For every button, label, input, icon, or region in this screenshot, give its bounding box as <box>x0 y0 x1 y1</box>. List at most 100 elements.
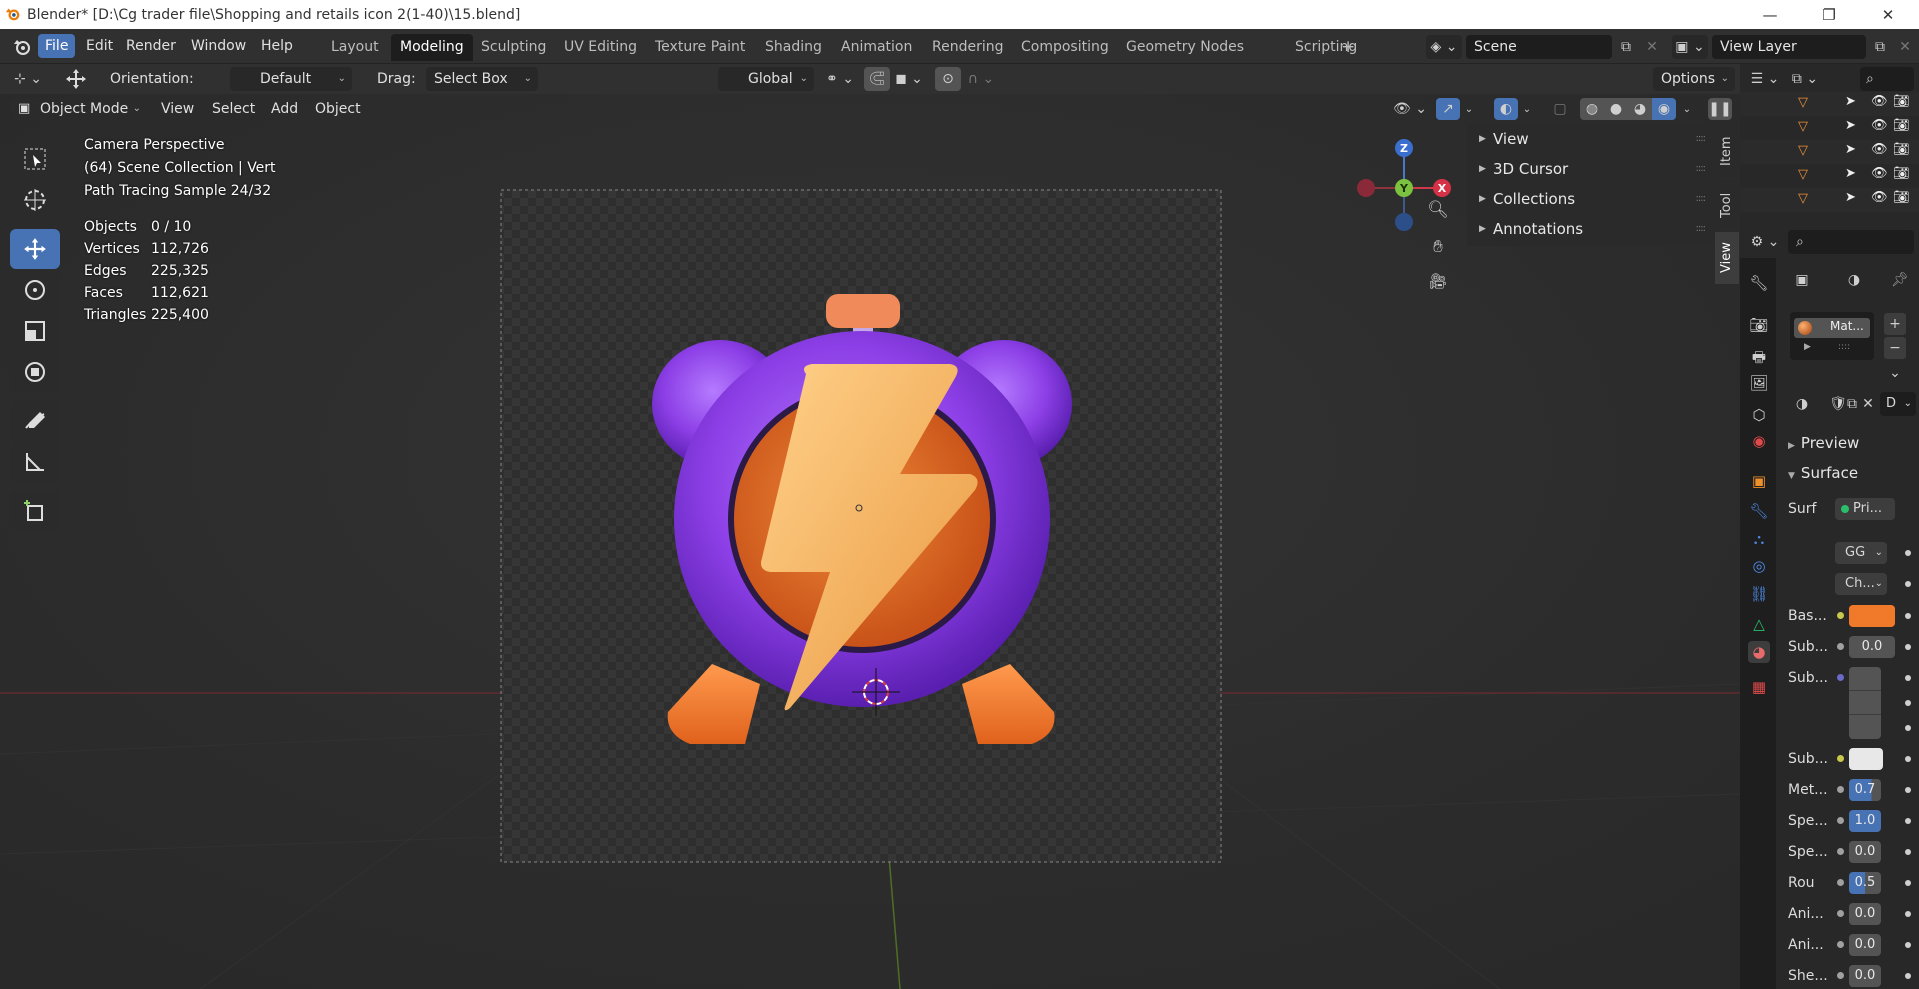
list-item[interactable]: ▽ ➤ 👁︎ 📷︎ <box>1740 92 1919 116</box>
add-cube-tool-icon[interactable] <box>10 491 60 531</box>
slot-specials-icon[interactable]: ⌄ <box>1884 362 1906 384</box>
keyframe-dot-icon[interactable] <box>1905 756 1911 762</box>
list-item[interactable]: ▽ ➤ 👁︎ 📷︎ <box>1740 140 1919 164</box>
render-camera-icon[interactable]: 📷︎ <box>1893 190 1910 205</box>
pan-hand-icon[interactable]: ✋︎ <box>1426 235 1450 259</box>
measure-tool-icon[interactable] <box>10 442 60 482</box>
metallic-value[interactable]: 0.7 <box>1849 779 1881 801</box>
output-properties-icon[interactable]: 🖶︎ <box>1748 348 1770 370</box>
keyframe-dot-icon[interactable] <box>1905 818 1911 824</box>
tab-sculpting[interactable]: Sculpting <box>472 34 555 61</box>
select-arrow-icon[interactable]: ➤ <box>1845 118 1856 133</box>
tab-rendering[interactable]: Rendering <box>923 34 1013 61</box>
add-slot-button[interactable]: + <box>1884 313 1906 335</box>
subsurface-color-swatch[interactable] <box>1849 748 1883 770</box>
rotate-tool-icon[interactable] <box>10 270 60 310</box>
tab-texture-paint[interactable]: Texture Paint <box>646 34 754 61</box>
keyframe-dot-icon[interactable] <box>1905 581 1911 587</box>
panel-collections[interactable]: ▶ Collections:::: <box>1467 184 1715 214</box>
list-item[interactable]: ▽ ➤ 👁︎ 📷︎ <box>1740 188 1919 212</box>
outliner-search-icon[interactable]: ⌕ <box>1860 67 1914 91</box>
remove-scene-icon[interactable]: ✕ <box>1640 35 1664 59</box>
tab-layout[interactable]: Layout <box>322 34 388 61</box>
options-dropdown[interactable]: Options ⌄ <box>1653 67 1735 91</box>
pause-render-icon[interactable]: ❚❚ <box>1708 98 1732 120</box>
gizmo-dropdown-icon[interactable]: ⌄ <box>1460 98 1478 120</box>
list-expand-icon[interactable]: ▶ <box>1804 342 1811 352</box>
rendered-shading-icon[interactable]: ◉ <box>1652 98 1676 120</box>
transform-orientation-dropdown[interactable]: Global ⌄ <box>718 67 814 91</box>
wireframe-shading-icon[interactable]: ◍ <box>1580 98 1604 120</box>
panel-3d-cursor[interactable]: ▶ 3D Cursor:::: <box>1467 154 1715 184</box>
editor-type-icon[interactable]: ☰ ⌄ <box>1748 67 1782 91</box>
new-view-layer-icon[interactable]: ⧉ <box>1868 35 1892 59</box>
properties-search-icon[interactable]: ⌕ <box>1788 230 1914 254</box>
list-item[interactable]: ▽ ➤ 👁︎ 📷︎ <box>1740 164 1919 188</box>
roughness-value[interactable]: 0.5 <box>1849 872 1881 894</box>
physics-properties-icon[interactable]: ◎ <box>1748 555 1770 577</box>
eye-icon[interactable]: 👁︎ <box>1871 142 1888 157</box>
unlink-material-icon[interactable]: ✕ <box>1856 392 1880 416</box>
view-layer-field[interactable]: View Layer <box>1712 35 1866 59</box>
view-layer-browse-icon[interactable]: ▣ ⌄ <box>1672 35 1708 59</box>
xray-toggle-icon[interactable]: ▢ <box>1548 98 1572 120</box>
menu-object[interactable]: Object <box>307 98 369 120</box>
menu-render[interactable]: Render <box>119 34 183 58</box>
specular-tint-value[interactable]: 0.0 <box>1849 841 1881 863</box>
keyframe-dot-icon[interactable] <box>1905 942 1911 948</box>
sheen-value[interactable]: 0.0 <box>1849 965 1881 987</box>
eye-icon[interactable]: 👁︎ <box>1871 118 1888 133</box>
snap-target-icon[interactable]: ◼ ⌄ <box>892 67 926 91</box>
camera-view-icon[interactable]: 🎥︎ <box>1426 269 1450 293</box>
scene-browse-icon[interactable]: ◈ ⌄ <box>1426 35 1462 59</box>
menu-file[interactable]: File <box>38 34 76 58</box>
tab-compositing[interactable]: Compositing <box>1012 34 1118 61</box>
specular-value[interactable]: 1.0 <box>1849 810 1881 832</box>
cursor-tool-icon[interactable] <box>10 180 60 220</box>
drag-grip-icon[interactable]: :::: <box>1696 154 1707 184</box>
object-properties-icon[interactable]: ▣ <box>1748 470 1770 492</box>
render-camera-icon[interactable]: 📷︎ <box>1893 118 1910 133</box>
drag-grip-icon[interactable]: :::: <box>1696 124 1707 154</box>
snap-toggle-icon[interactable]: 🧲︎ <box>864 67 890 91</box>
gizmo-toggle-icon[interactable]: ↗ <box>1436 98 1460 120</box>
base-color-swatch[interactable] <box>1849 605 1895 627</box>
panel-view[interactable]: ▶ View:::: <box>1467 124 1715 154</box>
anisotropic-value[interactable]: 0.0 <box>1849 903 1881 925</box>
material-properties-icon[interactable]: ◕ <box>1748 641 1770 663</box>
add-workspace-button[interactable]: + <box>1332 34 1364 61</box>
list-item[interactable]: Mat... <box>1794 318 1870 338</box>
menu-select[interactable]: Select <box>204 98 263 120</box>
scale-tool-icon[interactable] <box>10 311 60 351</box>
drag-grip-icon[interactable]: :::: <box>1696 184 1707 214</box>
material-shading-icon[interactable]: ◕ <box>1628 98 1652 120</box>
menu-help[interactable]: Help <box>254 34 300 58</box>
anisotropic-rotation-value[interactable]: 0.0 <box>1849 934 1881 956</box>
browse-material-icon[interactable]: ◑ <box>1790 392 1814 416</box>
mode-dropdown[interactable]: ▣ Object Mode ⌄ <box>10 98 147 120</box>
subsurface-value[interactable]: 0.0 <box>1849 636 1895 658</box>
distribution-dropdown[interactable]: GG ⌄ <box>1835 542 1887 564</box>
keyframe-dot-icon[interactable] <box>1905 880 1911 886</box>
modifier-properties-icon[interactable]: 🔧︎ <box>1748 500 1770 522</box>
drag-grip-icon[interactable]: :::: <box>1696 214 1707 244</box>
solid-shading-icon[interactable]: ● <box>1604 98 1628 120</box>
overlay-dropdown-icon[interactable]: ⌄ <box>1518 98 1536 120</box>
particles-properties-icon[interactable]: ⛬ <box>1748 528 1770 550</box>
select-arrow-icon[interactable]: ➤ <box>1845 166 1856 181</box>
overlay-toggle-icon[interactable]: ◐ <box>1494 98 1518 120</box>
tab-shading[interactable]: Shading <box>756 34 831 61</box>
constraint-properties-icon[interactable]: ⛓︎ <box>1748 583 1770 605</box>
menu-view[interactable]: View <box>153 98 202 120</box>
eye-icon[interactable]: 👁︎ <box>1871 190 1888 205</box>
minimize-button[interactable]: — <box>1747 0 1793 29</box>
falloff-icon[interactable]: ∩ ⌄ <box>963 67 999 91</box>
sss-method-dropdown[interactable]: Ch... ⌄ <box>1835 573 1887 595</box>
select-box-tool-icon[interactable] <box>10 139 60 179</box>
drag-dropdown[interactable]: Select Box ⌄ <box>426 67 538 91</box>
pivot-point-icon[interactable]: ⚭ ⌄ <box>822 67 858 91</box>
display-mode-icon[interactable]: ⧉ ⌄ <box>1788 67 1822 91</box>
keyframe-dot-icon[interactable] <box>1905 849 1911 855</box>
menu-add[interactable]: Add <box>263 98 306 120</box>
keyframe-dot-icon[interactable] <box>1905 725 1911 731</box>
